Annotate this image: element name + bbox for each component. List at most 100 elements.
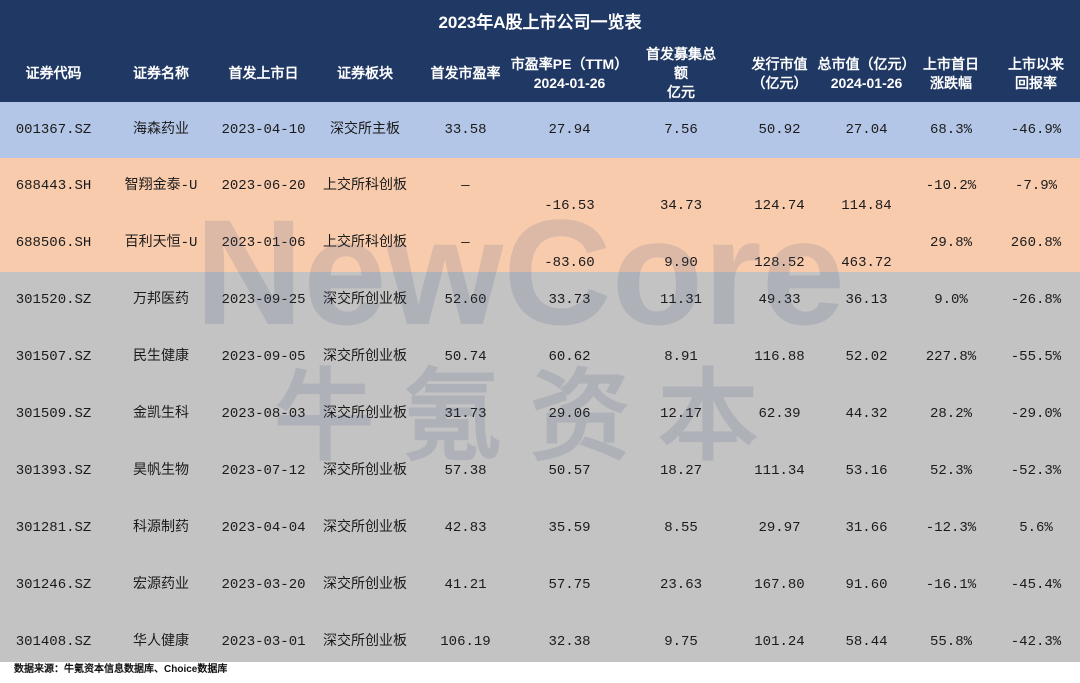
cell-board: 上交所科创板 [312, 158, 418, 215]
cell-listing-date: 2023-06-20 [215, 158, 312, 215]
page-title: 2023年A股上市公司一览表 [0, 0, 1080, 45]
header-pe-ttm: 市盈率PE（TTM） 2024-01-26 [511, 45, 628, 102]
cell-value: 58.44 [845, 634, 888, 650]
cell-code: 301246.SZ [0, 557, 107, 614]
cell-total-cap: 53.16 [823, 443, 910, 500]
cell-issue-cap: 101.24 [736, 614, 823, 662]
cell-ipo-pe: 42.83 [418, 500, 513, 557]
cell-value: 9.75 [664, 634, 698, 650]
cell-ipo-raise: 9.75 [626, 614, 736, 662]
cell-value: -7.9% [1014, 178, 1057, 194]
header-name: 证券名称 [107, 45, 215, 102]
page-title-text: 2023年A股上市公司一览表 [438, 12, 642, 32]
cell-return-since-listing: -45.4% [992, 557, 1080, 614]
cell-value: 上交所科创板 [323, 235, 407, 251]
cell-value: -29.0% [1010, 406, 1062, 422]
cell-name: 昊帆生物 [107, 443, 215, 500]
cell-code: 301408.SZ [0, 614, 107, 662]
cell-value: 12.17 [659, 406, 702, 422]
cell-total-cap: 52.02 [823, 329, 910, 386]
header-ipo-pe: 首发市盈率 [418, 45, 513, 102]
cell-value: 深交所创业板 [323, 634, 407, 650]
cell-issue-cap: 29.97 [736, 500, 823, 557]
cell-value: 301509.SZ [15, 406, 92, 422]
cell-value: 29.8% [929, 235, 972, 251]
cell-return-since-listing: -7.9% [992, 158, 1080, 215]
cell-value: 11.31 [659, 292, 702, 308]
cell-board: 深交所创业板 [312, 614, 418, 662]
source-footer: 数据来源：牛氪资本信息数据库、Choice数据库 [0, 662, 1080, 683]
cell-value: 44.32 [845, 406, 888, 422]
cell-value: 28.2% [929, 406, 972, 422]
cell-return-since-listing: 260.8% [992, 215, 1080, 272]
table-header: 2023年A股上市公司一览表 证券代码 证券名称 首发上市日 证券板块 首发市盈率 市盈率… [0, 0, 1080, 102]
cell-value: 227.8% [925, 349, 977, 365]
cell-first-day-change: 9.0% [910, 272, 992, 329]
cell-ipo-pe: 50.74 [418, 329, 513, 386]
cell-ipo-raise: 11.31 [626, 272, 736, 329]
cell-value: -26.8% [1010, 292, 1062, 308]
cell-total-cap: 463.72 [823, 215, 910, 272]
cell-value: -46.9% [1010, 121, 1062, 138]
cell-total-cap: 27.04 [823, 102, 910, 158]
cell-value: 深交所创业板 [323, 463, 407, 479]
cell-value: 万邦医药 [133, 292, 189, 308]
cell-value: 29.06 [548, 406, 591, 422]
cell-value: 27.94 [548, 121, 591, 138]
header-label: 上市首日 涨跌幅 [923, 55, 979, 93]
cell-pe-ttm: 50.57 [513, 443, 626, 500]
cell-code: 301393.SZ [0, 443, 107, 500]
table-row: 301408.SZ 华人健康 2023-03-01 深交所创业板 106.19 32.38… [0, 614, 1080, 662]
cell-value: 114.84 [841, 198, 892, 214]
cell-issue-cap: 128.52 [736, 215, 823, 272]
cell-first-day-change: 68.3% [910, 102, 992, 158]
header-issue-cap: 发行市值 （亿元） [736, 45, 823, 102]
cell-first-day-change: -16.1% [910, 557, 992, 614]
cell-ipo-raise: 34.73 [626, 158, 736, 215]
cell-value: 301246.SZ [15, 577, 92, 593]
cell-value: 301520.SZ [15, 292, 92, 308]
cell-pe-ttm: 60.62 [513, 329, 626, 386]
cell-issue-cap: 49.33 [736, 272, 823, 329]
cell-name: 科源制药 [107, 500, 215, 557]
cell-pe-ttm: 57.75 [513, 557, 626, 614]
cell-value: — [461, 178, 470, 194]
table-row: 301520.SZ 万邦医药 2023-09-25 深交所创业板 52.60 33.73 1… [0, 272, 1080, 329]
header-listing-date: 首发上市日 [215, 45, 312, 102]
cell-return-since-listing: -46.9% [992, 102, 1080, 158]
cell-total-cap: 31.66 [823, 500, 910, 557]
cell-ipo-raise: 8.55 [626, 500, 736, 557]
cell-name: 华人健康 [107, 614, 215, 662]
cell-ipo-pe: 106.19 [418, 614, 513, 662]
cell-code: 688443.SH [0, 158, 107, 215]
header-label-line: 上市首日 [923, 55, 979, 72]
cell-value: 18.27 [659, 463, 702, 479]
cell-value: 2023-09-05 [221, 349, 306, 365]
header-label-line: 首发市盈率 [430, 65, 501, 81]
cell-value: 2023-04-04 [221, 520, 306, 536]
cell-value: 60.62 [548, 349, 591, 365]
table-row: 001367.SZ 海森药业 2023-04-10 深交所主板 33.58 27.94 7.… [0, 102, 1080, 158]
cell-value: 33.73 [548, 292, 591, 308]
table-row: 688443.SH 智翔金泰-U 2023-06-20 上交所科创板 — -16.53 34… [0, 158, 1080, 215]
cell-return-since-listing: -26.8% [992, 272, 1080, 329]
cell-value: 301408.SZ [15, 634, 92, 650]
header-label-line: 涨跌幅 [930, 74, 972, 91]
cell-first-day-change: 55.8% [910, 614, 992, 662]
cell-listing-date: 2023-09-05 [215, 329, 312, 386]
cell-code: 001367.SZ [0, 102, 107, 158]
cell-value: 2023-07-12 [221, 463, 306, 479]
header-label-line: 2024-01-26 [533, 74, 606, 91]
cell-value: 百利天恒-U [124, 235, 198, 251]
cell-value: 8.55 [664, 520, 698, 536]
header-label-line: 首发募集总额 [645, 46, 716, 81]
cell-name: 民生健康 [107, 329, 215, 386]
cell-value: 301507.SZ [15, 349, 92, 365]
cell-issue-cap: 124.74 [736, 158, 823, 215]
cell-return-since-listing: -52.3% [992, 443, 1080, 500]
header-label-line: 首发上市日 [228, 65, 299, 81]
cell-value: 36.13 [845, 292, 888, 308]
cell-return-since-listing: -29.0% [992, 386, 1080, 443]
cell-value: -83.60 [544, 255, 595, 271]
table-row: 301393.SZ 昊帆生物 2023-07-12 深交所创业板 57.38 50.57 1… [0, 443, 1080, 500]
